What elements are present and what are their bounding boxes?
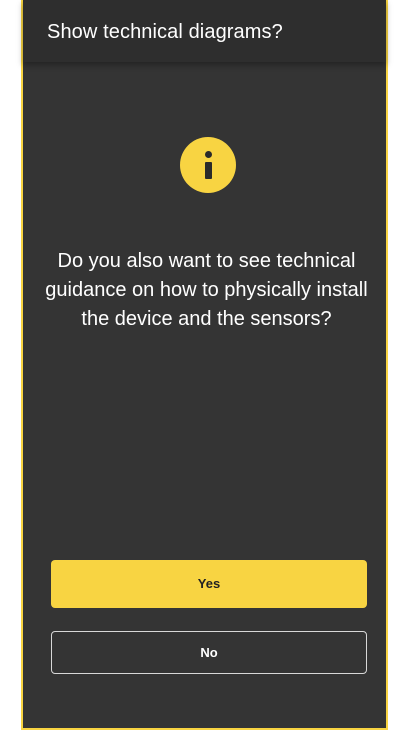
info-icon-bar <box>204 162 212 179</box>
app-bar: Show technical diagrams? <box>23 0 386 62</box>
info-icon-dot <box>204 151 212 158</box>
dialog-screen: Show technical diagrams? Do you also wan… <box>21 0 388 730</box>
no-button[interactable]: No <box>51 631 367 674</box>
info-icon <box>180 137 236 193</box>
yes-button[interactable]: Yes <box>51 560 367 608</box>
page-title: Show technical diagrams? <box>47 21 283 43</box>
dialog-message: Do you also want to see technical guidan… <box>45 250 368 330</box>
